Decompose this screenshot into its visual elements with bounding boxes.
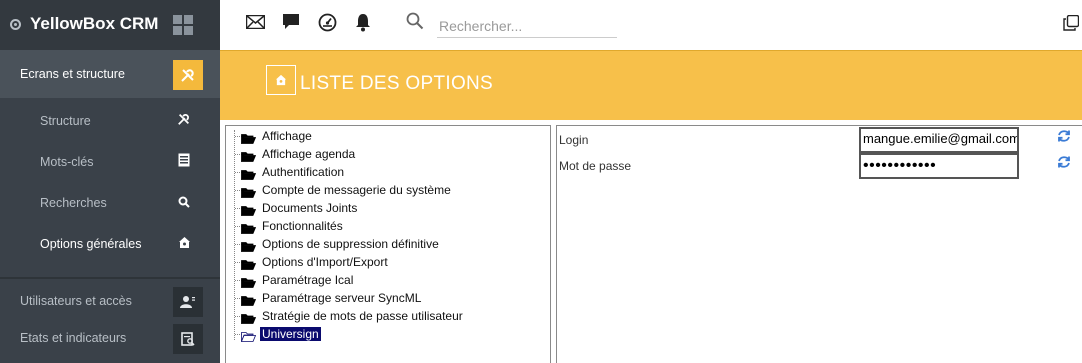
folder-icon [240,293,257,306]
tree-item-label: Paramétrage Ical [262,273,354,287]
user-admin-icon[interactable] [173,287,203,317]
sidebar-item-recherches[interactable]: Recherches [0,183,220,224]
tools-icon[interactable] [173,60,203,90]
page-title: LISTE DES OPTIONS [300,73,494,94]
folder-icon [240,329,257,342]
mail-icon[interactable] [244,13,266,35]
folder-icon [240,203,257,216]
chat-icon[interactable] [280,13,302,35]
tree-item[interactable]: Paramétrage Ical [226,271,546,289]
folder-icon [240,239,257,252]
folder-icon [240,167,257,180]
folder-icon [240,275,257,288]
tree-item-label: Options d'Import/Export [262,255,388,269]
tools-icon [174,111,194,131]
tree-item-label: Paramétrage serveur SyncML [262,291,422,305]
options-tree: Affichage Affichage agenda Authentificatio… [225,125,551,363]
sidebar: YellowBox CRM Ecrans et structure Struct… [0,0,220,363]
home-gear-icon [266,65,296,95]
sidebar-section-utilisateurs[interactable]: Utilisateurs et accès [0,281,220,319]
folder-icon [240,149,257,162]
login-field[interactable]: mangue.emilie@gmail.com [859,127,1019,153]
search-input[interactable] [437,14,617,38]
report-icon[interactable] [173,324,203,354]
options-form: Login mangue.emilie@gmail.com Mot de pas… [556,125,1082,363]
sidebar-item-label: Options générales [40,237,142,251]
folder-icon [240,221,257,234]
sidebar-section-label: Etats et indicateurs [20,331,127,345]
home-gear-icon [174,234,194,254]
search-icon[interactable] [406,12,424,30]
sidebar-section-ecrans[interactable]: Ecrans et structure [0,50,220,98]
tree-item-label: Affichage agenda [262,147,356,161]
brand-logo-icon [10,19,21,30]
sidebar-section-label: Utilisateurs et accès [20,294,132,308]
sidebar-section-label: Ecrans et structure [20,67,125,81]
app-name: YellowBox CRM [30,14,159,33]
folder-icon [240,257,257,270]
sidebar-item-mots-cles[interactable]: Mots-clés [0,142,220,183]
tree-item[interactable]: Documents Joints [226,199,546,217]
sidebar-divider [0,277,220,279]
sidebar-item-label: Mots-clés [40,155,94,169]
sidebar-section-etats[interactable]: Etats et indicateurs [0,318,220,356]
password-label: Mot de passe [559,159,632,173]
tree-item[interactable]: Compte de messagerie du système [226,181,546,199]
dashboard-icon[interactable] [316,13,338,35]
tree-item[interactable]: Stratégie de mots de passe utilisateur [226,307,546,325]
tree-item[interactable]: Options d'Import/Export [226,253,546,271]
tree-item[interactable]: Universign [226,325,546,343]
folder-icon [240,131,257,144]
tree-item-label: Universign [260,327,321,341]
windows-icon[interactable] [1063,14,1080,31]
tree-item[interactable]: Paramétrage serveur SyncML [226,289,546,307]
tree-item-label: Documents Joints [262,201,358,215]
search-icon [174,193,194,213]
tree-item-label: Options de suppression définitive [262,237,439,251]
top-bar [220,0,1082,50]
tree-item-label: Authentification [262,165,345,179]
tree-item-label: Fonctionnalités [262,219,343,233]
sidebar-item-label: Recherches [40,196,107,210]
apps-grid-icon[interactable] [173,15,193,35]
tree-item-label: Stratégie de mots de passe utilisateur [262,309,463,323]
sidebar-item-structure[interactable]: Structure [0,101,220,142]
brand-bar: YellowBox CRM [0,0,220,50]
sidebar-item-options-generales[interactable]: Options générales [0,224,220,265]
tree-item[interactable]: Fonctionnalités [226,217,546,235]
page-header: LISTE DES OPTIONS [220,50,1082,120]
bell-icon[interactable] [352,13,374,35]
tree-item[interactable]: Options de suppression définitive [226,235,546,253]
tree-item[interactable]: Affichage agenda [226,145,546,163]
tree-item-label: Affichage [262,129,312,143]
password-field[interactable]: •••••••••••• [859,153,1019,179]
tree-item[interactable]: Affichage [226,127,546,145]
login-label: Login [559,133,589,147]
sidebar-item-label: Structure [40,114,91,128]
refresh-icon[interactable] [1057,129,1073,145]
refresh-icon[interactable] [1057,155,1073,171]
folder-icon [240,185,257,198]
tree-item-label: Compte de messagerie du système [262,183,451,197]
list-icon [174,152,194,172]
folder-icon [240,311,257,324]
tree-item[interactable]: Authentification [226,163,546,181]
